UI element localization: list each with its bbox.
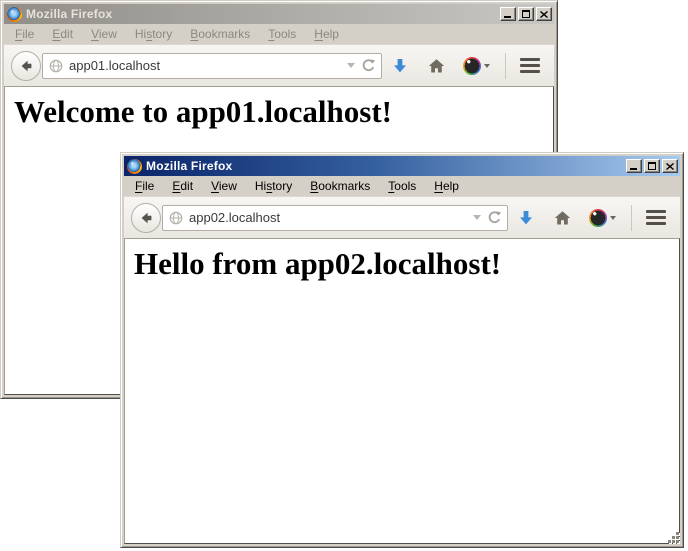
menu-bar: FileEditViewHistoryBookmarksToolsHelp <box>4 24 554 44</box>
menu-item-edit[interactable]: Edit <box>43 25 82 43</box>
menu-item-view[interactable]: View <box>82 25 126 43</box>
titlebar[interactable]: Mozilla Firefox <box>124 156 680 176</box>
firefox-logo-icon <box>127 159 142 174</box>
minimize-button[interactable] <box>626 159 642 173</box>
back-button[interactable] <box>131 203 161 233</box>
menu-item-tools[interactable]: Tools <box>379 177 425 195</box>
back-icon <box>18 58 34 74</box>
menu-item-bookmarks[interactable]: Bookmarks <box>301 177 379 195</box>
close-button[interactable] <box>536 7 552 21</box>
window-title: Mozilla Firefox <box>146 159 622 173</box>
urlbar-dropdown-icon[interactable] <box>347 63 355 68</box>
toolbar-separator <box>505 53 506 79</box>
close-icon <box>666 163 674 170</box>
url-text[interactable]: app02.localhost <box>189 210 467 225</box>
home-button[interactable] <box>554 210 571 226</box>
search-caret-icon <box>484 64 490 68</box>
menu-hamburger-icon <box>646 210 666 213</box>
maximize-button[interactable] <box>518 7 534 21</box>
menu-hamburger-icon <box>520 58 540 61</box>
menu-hamburger-icon <box>520 64 540 67</box>
navigation-toolbar: app01.localhost <box>4 44 554 86</box>
menu-item-help[interactable]: Help <box>305 25 348 43</box>
page-heading: Welcome to app01.localhost! <box>14 94 553 130</box>
back-button[interactable] <box>11 51 41 81</box>
window-title: Mozilla Firefox <box>26 7 496 21</box>
navigation-toolbar: app02.localhost <box>124 196 680 238</box>
menu-hamburger-icon <box>646 222 666 225</box>
titlebar[interactable]: Mozilla Firefox <box>4 4 554 24</box>
download-button[interactable] <box>392 58 408 74</box>
menu-button[interactable] <box>520 58 540 73</box>
maximize-button[interactable] <box>644 159 660 173</box>
page-content-app02: Hello from app02.localhost! <box>124 238 680 544</box>
search-engine-icon <box>589 209 607 227</box>
url-bar[interactable]: app02.localhost <box>162 205 508 231</box>
globe-icon[interactable] <box>49 59 63 73</box>
back-icon <box>138 210 154 226</box>
menu-bar: FileEditViewHistoryBookmarksToolsHelp <box>124 176 680 196</box>
home-icon <box>428 58 445 74</box>
url-text[interactable]: app01.localhost <box>69 58 341 73</box>
maximize-icon <box>522 10 530 18</box>
maximize-icon <box>648 162 656 170</box>
menu-item-bookmarks[interactable]: Bookmarks <box>181 25 259 43</box>
urlbar-dropdown-icon[interactable] <box>473 215 481 220</box>
globe-icon[interactable] <box>169 211 183 225</box>
menu-item-view[interactable]: View <box>202 177 246 195</box>
close-button[interactable] <box>662 159 678 173</box>
menu-item-help[interactable]: Help <box>425 177 468 195</box>
toolbar-separator <box>631 205 632 231</box>
page-heading: Hello from app02.localhost! <box>134 246 679 282</box>
menu-item-history[interactable]: History <box>126 25 181 43</box>
desktop: Mozilla Firefox FileEditViewHistoryBookm… <box>0 0 688 551</box>
search-engine-button[interactable] <box>589 209 616 227</box>
minimize-button[interactable] <box>500 7 516 21</box>
menu-item-edit[interactable]: Edit <box>163 177 202 195</box>
url-bar[interactable]: app01.localhost <box>42 53 382 79</box>
minimize-icon <box>630 168 637 170</box>
window-controls <box>626 159 678 173</box>
window-controls <box>500 7 552 21</box>
menu-hamburger-icon <box>520 70 540 73</box>
home-icon <box>554 210 571 226</box>
download-icon <box>392 58 408 74</box>
search-caret-icon <box>610 216 616 220</box>
search-engine-icon <box>463 57 481 75</box>
home-button[interactable] <box>428 58 445 74</box>
firefox-window-app02: Mozilla Firefox FileEditViewHistoryBookm… <box>120 152 684 548</box>
download-button[interactable] <box>518 210 534 226</box>
menu-button[interactable] <box>646 210 666 225</box>
resize-grip[interactable] <box>668 532 682 546</box>
menu-item-history[interactable]: History <box>246 177 301 195</box>
menu-item-tools[interactable]: Tools <box>259 25 305 43</box>
minimize-icon <box>504 16 511 18</box>
reload-icon[interactable] <box>487 210 502 225</box>
menu-hamburger-icon <box>646 216 666 219</box>
close-icon <box>540 11 548 18</box>
reload-icon[interactable] <box>361 58 376 73</box>
firefox-logo-icon <box>7 7 22 22</box>
menu-item-file[interactable]: File <box>6 25 43 43</box>
search-engine-button[interactable] <box>463 57 490 75</box>
menu-item-file[interactable]: File <box>126 177 163 195</box>
download-icon <box>518 210 534 226</box>
